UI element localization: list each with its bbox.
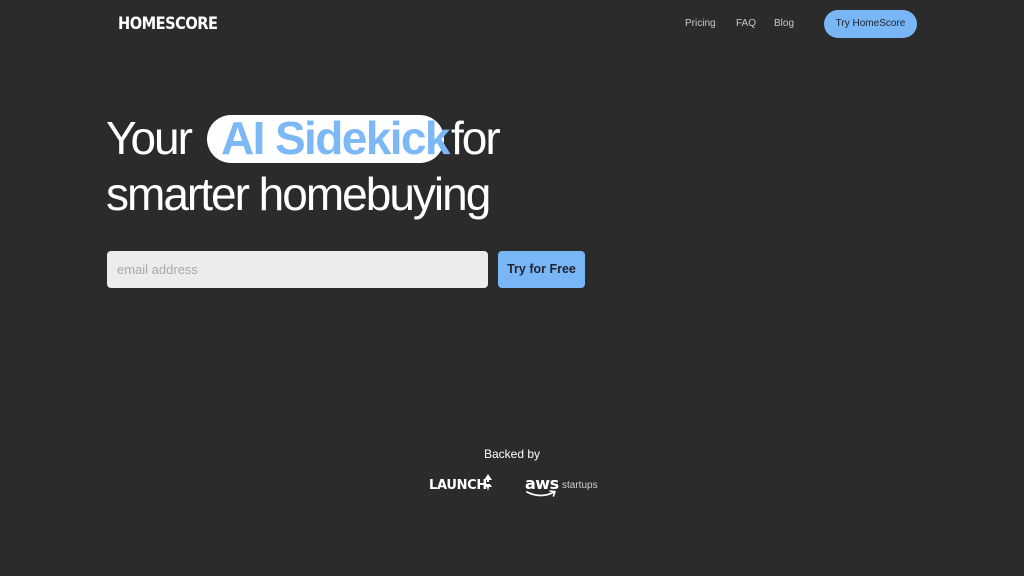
aws-startups-label: startups [562,480,598,491]
backed-by-heading: Backed by [483,447,541,461]
landing-page: HOMESCORE Pricing FAQ Blog Try HomeScore… [0,0,1024,576]
hero-word-your: Your [106,112,193,164]
hero-headline-line-2: smarter homebuying [106,168,491,220]
hero-highlight-text: AI Sidekick [221,112,450,164]
try-for-free-button[interactable]: Try for Free [498,251,585,288]
homescore-logo[interactable]: HOMESCORE [118,13,218,35]
nav-blog-link[interactable]: Blog [774,17,794,31]
launch-wordmark: LAUNCH [429,478,488,493]
aws-startups-logo: aws startups [525,474,605,500]
try-homescore-button[interactable]: Try HomeScore [824,10,917,38]
rocket-icon [484,474,492,491]
email-input[interactable] [107,251,488,288]
nav-faq-link[interactable]: FAQ [736,17,756,31]
hero-word-for: for [451,112,501,164]
aws-smile-icon [526,490,556,497]
nav-pricing-link[interactable]: Pricing [685,17,716,31]
